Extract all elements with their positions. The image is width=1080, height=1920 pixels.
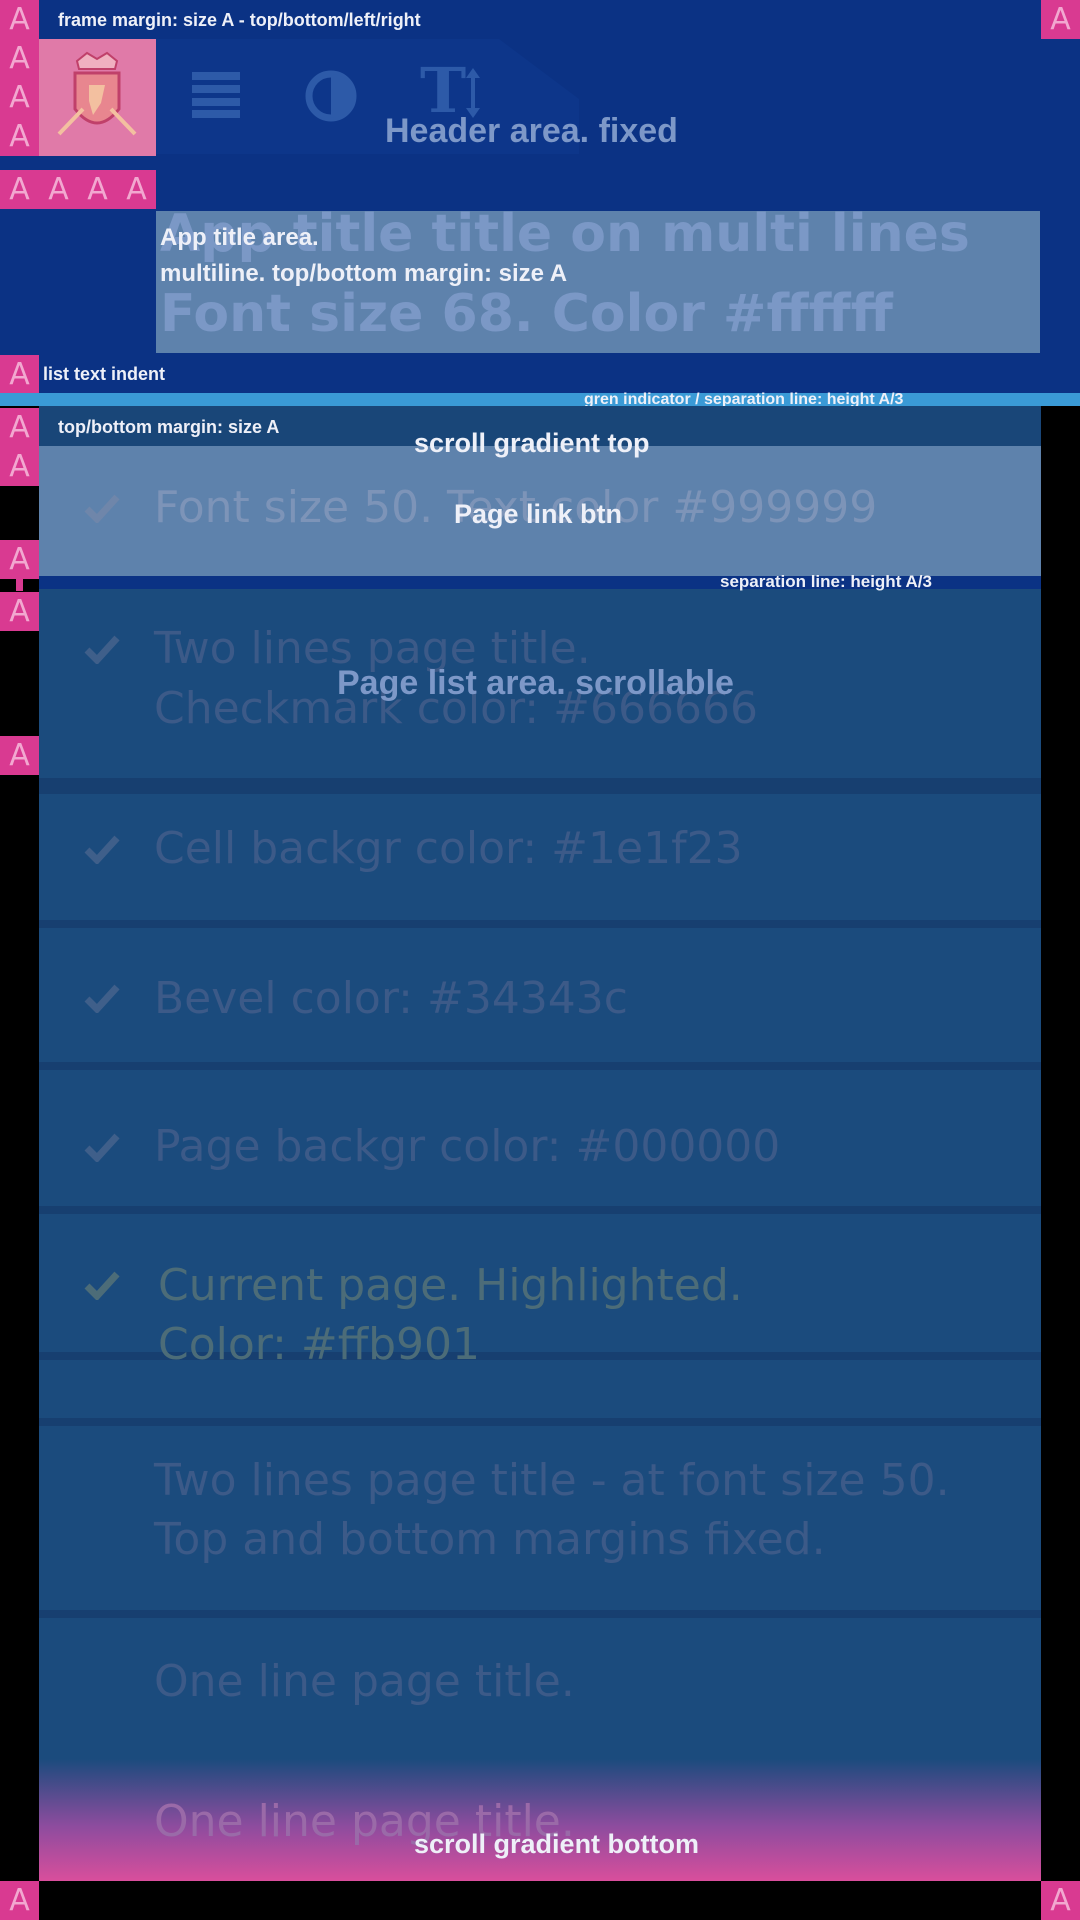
scroll-gradient-bottom-note: scroll gradient bottom xyxy=(414,1829,700,1859)
margin-marker: A xyxy=(1041,0,1080,39)
margin-marker: A xyxy=(0,447,39,486)
list-indent-note: list text indent xyxy=(43,364,166,384)
checkmark-icon xyxy=(84,984,120,1013)
checkmark-icon xyxy=(84,494,120,523)
checkmark-icon xyxy=(84,835,120,864)
margin-marker: A xyxy=(0,1881,39,1920)
scroll-gradient-top-note: scroll gradient top xyxy=(414,428,650,458)
margin-marker: A xyxy=(0,0,39,39)
menu-icon[interactable] xyxy=(192,72,240,118)
margin-marker: A xyxy=(0,117,39,156)
green-indicator-line xyxy=(0,393,1080,406)
margin-marker: A xyxy=(0,355,39,394)
margin-marker: A xyxy=(0,736,39,775)
list-item-label[interactable]: One line page title. xyxy=(154,1652,575,1711)
separator-tick xyxy=(16,579,23,591)
margin-marker: A xyxy=(117,170,156,209)
app-title-line-2: Font size 68. Color #ffffff xyxy=(160,284,893,344)
app-title-area-note: App title area. xyxy=(160,224,319,251)
frame-margin-note: frame margin: size A - top/bottom/left/r… xyxy=(58,10,421,30)
list-item-label[interactable]: Bevel color: #34343c xyxy=(154,969,628,1028)
list-item-label-line-2: Color: #ffb901 xyxy=(158,1319,481,1370)
checkmark-icon xyxy=(84,635,120,664)
list-item-label-current[interactable]: Current page. Highlighted. xyxy=(158,1256,743,1315)
margin-marker: A xyxy=(0,39,39,78)
page-link-btn-note: Page link btn xyxy=(454,499,623,529)
list-item-label[interactable]: Two lines page title - at font size 50. xyxy=(154,1451,950,1510)
coat-of-arms-logo xyxy=(39,39,156,156)
list-item-label[interactable]: Cell backgr color: #1e1f23 xyxy=(154,819,743,878)
title-margin-note: multiline. top/bottom margin: size A xyxy=(160,260,568,287)
list-item-label[interactable]: Page backgr color: #000000 xyxy=(154,1117,780,1176)
margin-marker: A xyxy=(0,170,39,209)
margin-marker: A xyxy=(0,540,39,579)
margin-marker: A xyxy=(39,170,78,209)
list-margin-note: top/bottom margin: size A xyxy=(58,417,280,437)
header-area-note: Header area. fixed xyxy=(385,112,678,150)
list-item-label-line-2: Top and bottom margins fixed. xyxy=(154,1514,826,1565)
margin-marker: A xyxy=(0,408,39,447)
checkmark-icon xyxy=(84,1271,120,1300)
separation-line-note: separation line: height A/3 xyxy=(720,572,932,591)
margin-marker: A xyxy=(1041,1881,1080,1920)
margin-marker: A xyxy=(0,78,39,117)
page-list-area-note: Page list area. scrollable xyxy=(337,664,734,702)
coat-of-arms-icon xyxy=(57,51,137,136)
margin-marker: A xyxy=(78,170,117,209)
contrast-icon[interactable] xyxy=(305,70,357,122)
checkmark-icon xyxy=(84,1133,120,1162)
margin-marker: A xyxy=(0,592,39,631)
